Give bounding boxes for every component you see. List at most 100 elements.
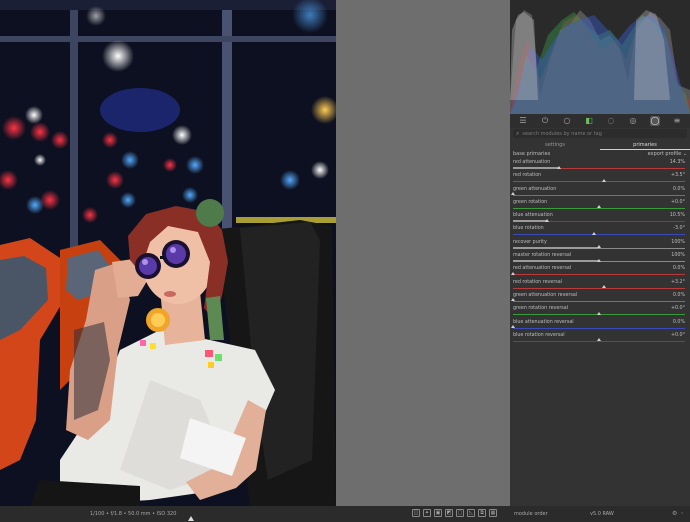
slider-knob[interactable] [557, 165, 562, 169]
slider-value: 14.3% [669, 160, 685, 165]
slider-track[interactable] [513, 181, 685, 183]
slider-label: blue rotation [513, 226, 544, 232]
slider-label: green rotation [513, 199, 548, 205]
focus-peaking-icon[interactable]: ◫ [412, 509, 420, 517]
slider-value: 0.0% [672, 292, 685, 298]
primaries-sliders: red attenuation 14.3% red rotation +3.5° gre… [511, 160, 685, 346]
module-group-tabs: ☰ ⏻ ○ ◧ ◌ ◎ ◯ ≡ [510, 114, 690, 128]
slider-label: red attenuation reversal [513, 266, 572, 272]
slider-green-attenuation-reversal[interactable]: green attenuation reversal 0.0% [511, 292, 685, 306]
slider-blue-attenuation[interactable]: blue attenuation 10.5% [513, 213, 685, 226]
slider-green-attenuation[interactable]: green attenuation 0.0% [511, 186, 685, 200]
slider-track[interactable] [513, 234, 685, 236]
slider-fill [513, 246, 599, 249]
active-module-icon[interactable]: ◯ [650, 116, 660, 126]
slider-track[interactable] [513, 194, 685, 196]
slider-label: green attenuation [513, 186, 557, 192]
slider-green-rotation[interactable]: green rotation +0.0° [513, 200, 685, 213]
module-search[interactable]: ⌕ search modules by name or tag [513, 129, 687, 138]
module-order-label: module order [514, 511, 548, 517]
slider-knob[interactable] [511, 271, 515, 275]
slider-track[interactable] [513, 274, 685, 276]
aperture-icon[interactable]: ◎ [628, 116, 638, 126]
guides-icon[interactable]: ◺ [467, 509, 475, 517]
slider-knob[interactable] [602, 285, 607, 289]
slider-knob[interactable] [511, 192, 515, 196]
slider-value: +0.0° [670, 199, 685, 205]
slider-fill [513, 167, 560, 169]
slider-master-rotation-reversal[interactable]: master rotation reversal 100% [513, 253, 685, 266]
second-window-icon[interactable]: ⧉ [478, 509, 486, 517]
slider-value: -3.0° [673, 226, 685, 232]
base-primaries-label: base primaries [513, 151, 551, 157]
slider-blue-attenuation-reversal[interactable]: blue attenuation reversal 0.0% [511, 319, 685, 333]
histogram[interactable] [510, 0, 690, 114]
slider-green-rotation-reversal[interactable]: green rotation reversal +0.0° [513, 306, 685, 319]
slider-knob[interactable] [602, 178, 607, 182]
slider-value: +0.0° [670, 332, 685, 338]
slider-blue-rotation-reversal[interactable]: blue rotation reversal +0.0° [513, 333, 685, 346]
right-panel: ☰ ⏻ ○ ◧ ◌ ◎ ◯ ≡ ⌕ search modules by name or tag… [510, 0, 690, 506]
slider-track[interactable] [513, 327, 685, 329]
center-view-background [336, 0, 510, 506]
histogram-graph [510, 0, 690, 114]
clipping-icon[interactable]: ▣ [434, 509, 442, 517]
slider-blue-rotation[interactable]: blue rotation -3.0° [513, 226, 685, 239]
slider-track[interactable] [513, 287, 685, 289]
slider-knob[interactable] [597, 338, 601, 342]
menu-icon[interactable]: ≡ [672, 116, 682, 126]
slider-value: 100% [671, 253, 685, 259]
tab-settings[interactable]: settings [510, 140, 600, 150]
slider-label: green attenuation reversal [513, 292, 578, 298]
slider-label: blue rotation reversal [513, 332, 565, 338]
slider-recover-purity[interactable]: recover purity 100% [513, 240, 685, 253]
slider-value: 0.0% [672, 319, 685, 325]
slider-red-attenuation-reversal[interactable]: red attenuation reversal 0.0% [511, 266, 685, 279]
slider-label: blue attenuation reversal [513, 319, 574, 325]
slider-label: recover purity [513, 239, 547, 245]
slider-value: 10.5% [669, 213, 685, 219]
slider-knob[interactable] [597, 205, 601, 209]
slider-label: master rotation reversal [513, 253, 572, 259]
slider-fill [513, 260, 599, 263]
module-order-value[interactable]: v5.0 RAW [590, 511, 614, 517]
power-icon[interactable]: ⏻ [540, 116, 550, 126]
bottom-right-icons: ⚙ ◦ [672, 510, 684, 517]
slider-knob[interactable] [597, 258, 601, 262]
sliders-icon[interactable]: ☰ [518, 116, 528, 126]
darkroom-window: ☰ ⏻ ○ ◧ ◌ ◎ ◯ ≡ ⌕ search modules by name or tag… [0, 0, 690, 522]
bottom-bar: 1/100 • f/1.8 • 50.0 mm • ISO 320 ◫ ✦ ▣ ◩ ▢ ◺… [0, 506, 690, 522]
circle-icon[interactable]: ○ [562, 116, 572, 126]
slider-knob[interactable] [545, 218, 550, 222]
slider-red-attenuation[interactable]: red attenuation 14.3% [513, 160, 685, 173]
slider-value: 0.0% [672, 186, 685, 192]
slider-knob[interactable] [591, 231, 596, 235]
grid-icon[interactable]: ▦ [489, 509, 497, 517]
base-primaries-combobox[interactable]: base primaries export profile ⌄ [513, 151, 687, 159]
tab-primaries[interactable]: primaries [600, 140, 690, 150]
scroll-icon[interactable]: ◦ [680, 510, 684, 517]
slider-red-rotation-reversal[interactable]: red rotation reversal +3.2° [513, 280, 685, 293]
photo-illustration [0, 0, 336, 506]
exif-info: 1/100 • f/1.8 • 50.0 mm • ISO 320 [90, 511, 177, 517]
slider-label: red rotation [513, 173, 542, 179]
slider-knob[interactable] [597, 311, 601, 315]
slider-value: 0.0% [672, 266, 685, 272]
color-icon[interactable]: ◧ [584, 116, 594, 126]
slider-value: +0.0° [670, 306, 685, 312]
gamut-icon[interactable]: ◩ [445, 509, 453, 517]
bulb-icon[interactable]: ✦ [423, 509, 431, 517]
mouse-cursor [188, 516, 194, 521]
slider-label: green rotation reversal [513, 306, 569, 312]
softproof-icon[interactable]: ▢ [456, 509, 464, 517]
search-input[interactable]: search modules by name or tag [522, 131, 602, 137]
slider-knob[interactable] [511, 325, 515, 329]
module-subtabs: settings primaries [510, 140, 690, 150]
slider-knob[interactable] [511, 298, 515, 302]
slider-red-rotation[interactable]: red rotation +3.5° [513, 173, 685, 186]
gear-icon[interactable]: ⚙ [672, 510, 677, 517]
slider-track[interactable] [513, 300, 685, 302]
droplet-icon[interactable]: ◌ [606, 116, 616, 126]
slider-knob[interactable] [597, 245, 601, 249]
image-canvas[interactable] [0, 0, 336, 506]
